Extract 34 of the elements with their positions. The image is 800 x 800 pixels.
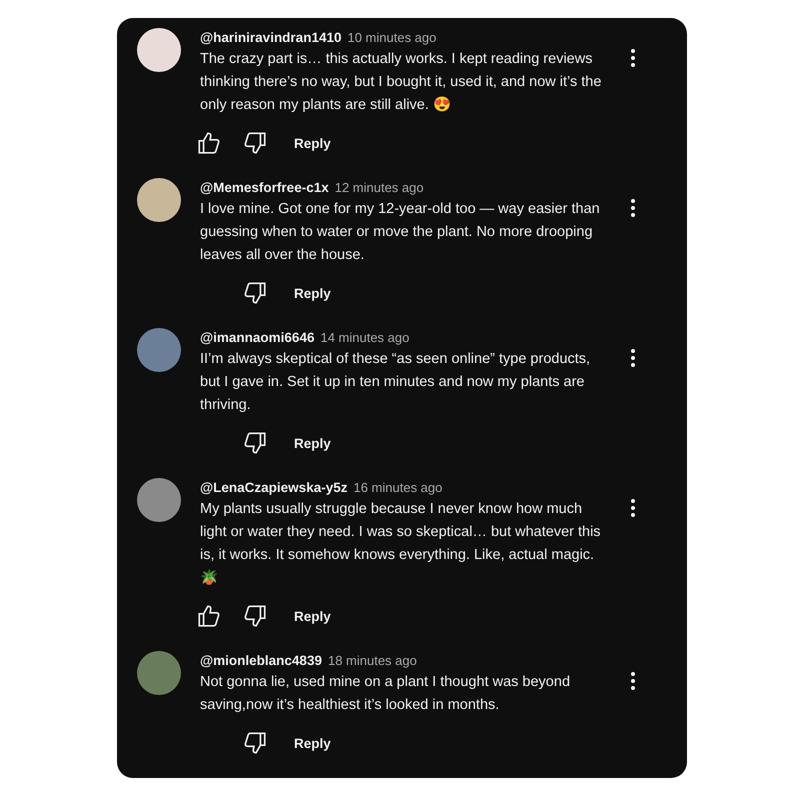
more-options-icon[interactable]	[630, 48, 636, 68]
timestamp: 16 minutes ago	[353, 480, 442, 495]
username[interactable]: @Memesforfree-c1x	[200, 180, 329, 195]
timestamp: 10 minutes ago	[347, 30, 436, 45]
username[interactable]: @imannaomi6646	[200, 330, 314, 345]
avatar[interactable]	[137, 28, 181, 72]
comment-text: The crazy part is… this actually works. I kept reading reviews thinking there’s no way, but I bought it, used it, and now it’s the only reason my plants are still alive. 😍	[200, 50, 602, 115]
username[interactable]: @hariniravindran1410	[200, 30, 342, 45]
thumbs-down-icon[interactable]	[242, 430, 268, 456]
comment-text: My plants usually struggle because I never know how much light or water they need. I was so skeptical… but whatever this is, it works. It somehow knows everything. Like, actual magic. 🪴	[200, 500, 602, 588]
thumbs-down-icon[interactable]	[242, 280, 268, 306]
comment-text: II’m always skeptical of these “as seen online” type products, but I gave in. Set it up in ten minutes and now my plants are thriving.	[200, 350, 592, 415]
thumbs-down-icon[interactable]	[242, 603, 268, 629]
username[interactable]: @mionleblanc4839	[200, 653, 322, 668]
more-options-icon[interactable]	[630, 198, 636, 218]
timestamp: 14 minutes ago	[320, 330, 410, 345]
reply-button[interactable]: Reply	[292, 732, 333, 754]
thumbs-up-icon[interactable]	[196, 130, 222, 156]
reply-button[interactable]: Reply	[292, 132, 333, 154]
reply-button[interactable]: Reply	[292, 604, 333, 628]
reply-button[interactable]: Reply	[292, 432, 333, 454]
timestamp: 12 minutes ago	[334, 180, 424, 195]
thumbs-down-icon[interactable]	[242, 730, 268, 756]
thumbs-down-icon[interactable]	[242, 130, 268, 156]
more-options-icon[interactable]	[630, 671, 636, 691]
more-options-icon[interactable]	[630, 348, 636, 368]
comment-text: Not gonna lie, used mine on a plant I thought was beyond saving,now it’s healthiest it’s looked in months.	[200, 673, 572, 715]
timestamp: 18 minutes ago	[328, 653, 417, 668]
username[interactable]: @LenaCzapiewska-y5z	[200, 480, 348, 495]
comment-text: I love mine. Got one for my 12-year-old too — way easier than guessing when to water or move the plant. No more drooping leaves all over the house.	[200, 200, 601, 265]
avatar[interactable]	[137, 178, 181, 222]
thumbs-up-icon[interactable]	[196, 603, 222, 629]
more-options-icon[interactable]	[630, 498, 636, 518]
reply-button[interactable]: Reply	[292, 282, 333, 304]
